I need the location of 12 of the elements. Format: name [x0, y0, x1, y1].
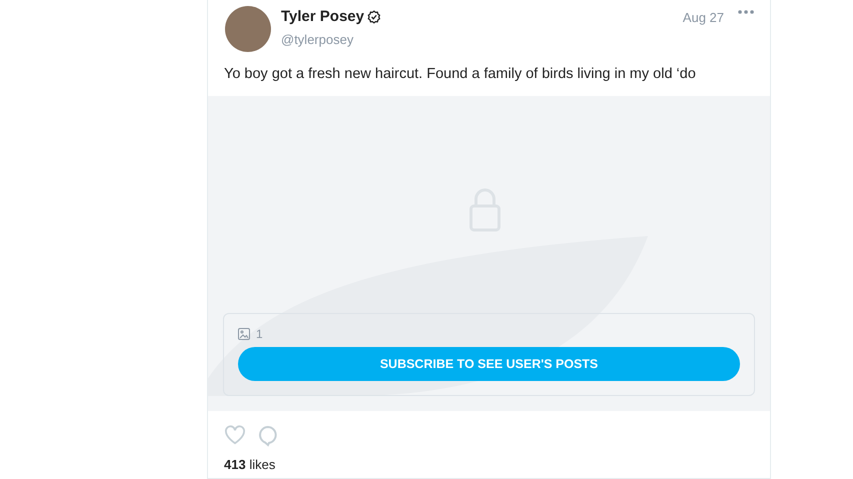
likes-count: 413 likes	[223, 456, 276, 472]
image-icon	[238, 328, 250, 340]
post-date: Aug 27	[682, 10, 724, 25]
post-text: Yo boy got a fresh new haircut. Found a family of birds living in my old ‘do	[223, 65, 697, 84]
more-options-button[interactable]	[738, 10, 754, 14]
like-icon[interactable]	[224, 425, 246, 447]
media-count: 1	[256, 327, 263, 341]
author-handle[interactable]: @tylerposey	[281, 32, 683, 47]
author-name[interactable]: Tyler Posey	[281, 8, 364, 25]
subscribe-button[interactable]: SUBSCRIBE TO SEE USER'S POSTS	[238, 347, 740, 381]
avatar[interactable]	[225, 6, 271, 52]
comment-icon[interactable]	[258, 425, 278, 447]
